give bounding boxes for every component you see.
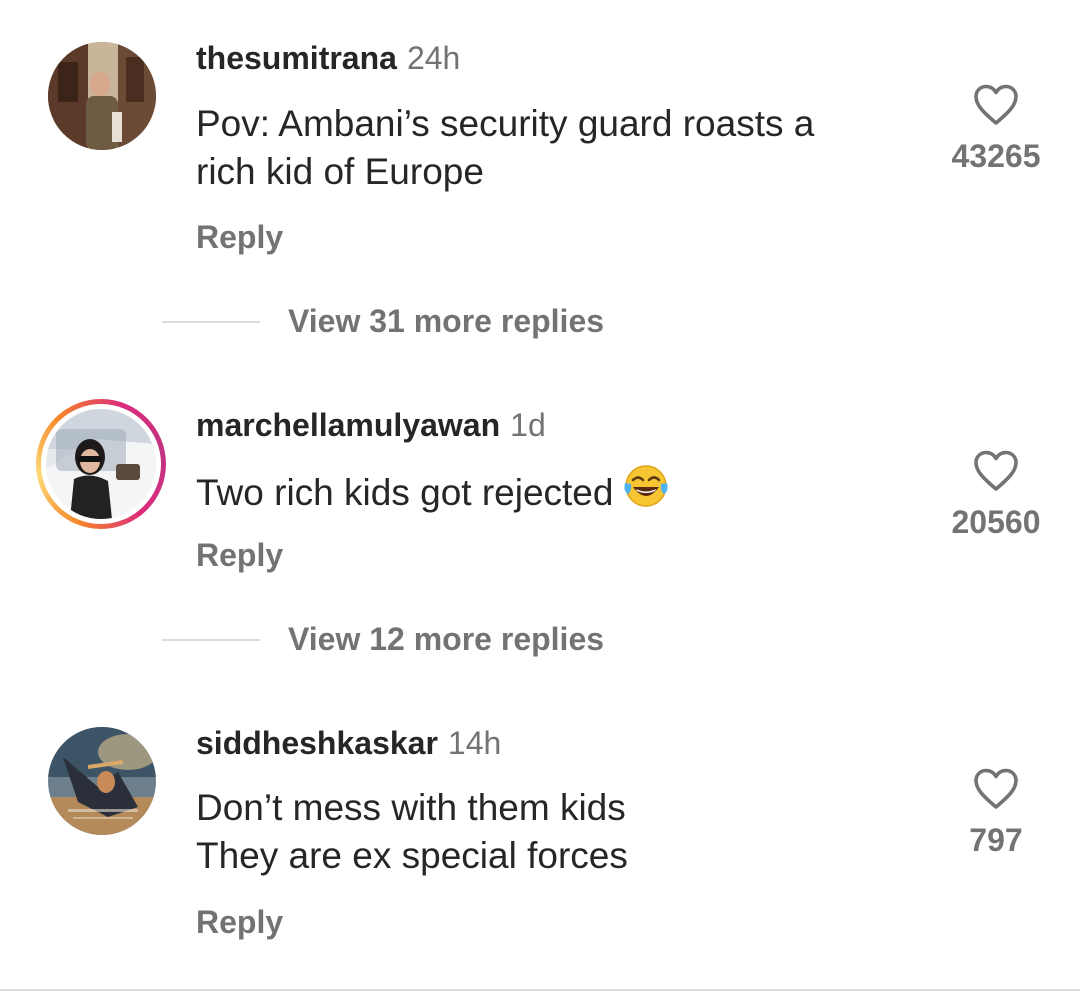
comment-text-line: rich kid of Europe xyxy=(196,151,484,192)
avatar[interactable] xyxy=(48,727,156,835)
comment-text-line: They are ex special forces xyxy=(196,835,628,876)
avatar xyxy=(46,409,156,519)
avatar[interactable] xyxy=(48,42,156,150)
timestamp: 24h xyxy=(406,40,461,76)
like-count: 20560 xyxy=(951,504,1041,540)
comment-text-line: Pov: Ambani’s security guard roasts a xyxy=(196,103,815,144)
comment-meta: siddheshkaskar 14h xyxy=(196,725,501,761)
username[interactable]: siddheshkaskar xyxy=(196,725,438,761)
divider xyxy=(162,321,260,323)
like-count: 43265 xyxy=(951,138,1041,174)
story-ring[interactable] xyxy=(36,399,166,529)
comment-text-content: Two rich kids got rejected xyxy=(196,471,614,513)
like-control: 43265 xyxy=(926,84,1066,174)
divider xyxy=(162,639,260,641)
avatar-photo xyxy=(48,42,156,150)
view-replies-button[interactable]: View 31 more replies xyxy=(162,303,662,339)
reply-button[interactable]: Reply xyxy=(196,537,283,573)
timestamp: 1d xyxy=(510,407,546,443)
comment-text-line: Two rich kids got rejected xyxy=(196,463,916,524)
view-replies-label: View 31 more replies xyxy=(288,303,605,339)
like-control: 797 xyxy=(926,768,1066,858)
timestamp: 14h xyxy=(447,725,502,761)
heart-outline-icon[interactable] xyxy=(973,450,1019,492)
comment-text: Don’t mess with them kids They are ex sp… xyxy=(196,784,916,880)
reply-button[interactable]: Reply xyxy=(196,904,283,940)
comment-meta: thesumitrana 24h xyxy=(196,40,460,76)
reply-button[interactable]: Reply xyxy=(196,219,283,255)
avatar-photo xyxy=(48,727,156,835)
comment-text-line: Don’t mess with them kids xyxy=(196,787,626,828)
heart-outline-icon[interactable] xyxy=(973,84,1019,126)
view-replies-label: View 12 more replies xyxy=(288,621,605,657)
tears-of-joy-emoji xyxy=(623,463,669,521)
divider xyxy=(0,989,1080,991)
like-control: 20560 xyxy=(926,450,1066,540)
comment-text: Pov: Ambani’s security guard roasts a ri… xyxy=(196,100,916,196)
username[interactable]: marchellamulyawan xyxy=(196,407,500,443)
comment-text: Two rich kids got rejected xyxy=(196,463,916,524)
like-count: 797 xyxy=(969,822,1023,858)
avatar-photo xyxy=(46,409,156,519)
heart-outline-icon[interactable] xyxy=(973,768,1019,810)
username[interactable]: thesumitrana xyxy=(196,40,397,76)
comment-meta: marchellamulyawan 1d xyxy=(196,407,546,443)
view-replies-button[interactable]: View 12 more replies xyxy=(162,621,662,657)
